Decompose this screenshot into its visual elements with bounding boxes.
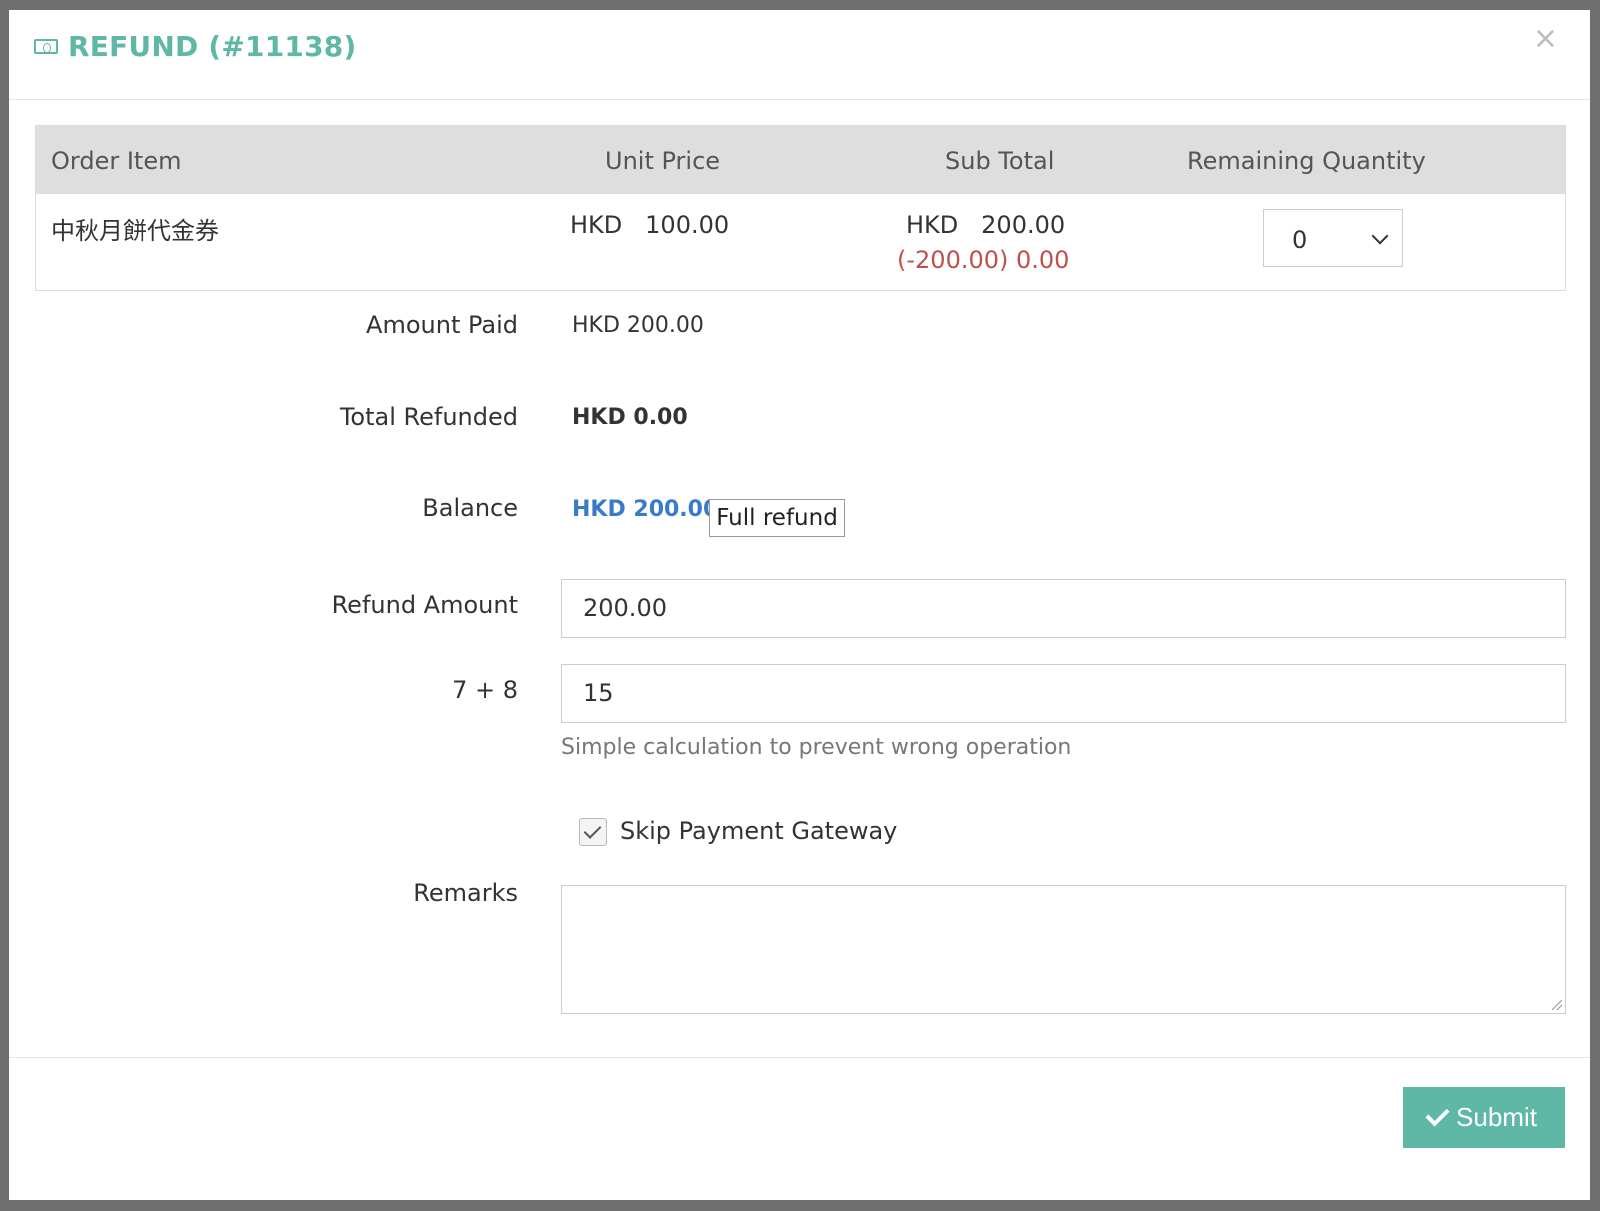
modal-header: REFUND (#11138) ×	[9, 10, 1590, 100]
total-refunded-value: HKD 0.00	[572, 405, 688, 430]
remarks-textarea[interactable]	[561, 885, 1566, 1014]
modal-title-text: REFUND (#11138)	[68, 30, 357, 63]
unit-price: HKD 100.00	[570, 211, 730, 239]
sub-total-adjusted: (-200.00) 0.00	[897, 246, 1070, 274]
total-refunded-label: Total Refunded	[339, 403, 518, 431]
header-unit-price: Unit Price	[605, 147, 721, 175]
modal-title: REFUND (#11138)	[34, 30, 356, 63]
balance-label: Balance	[422, 494, 518, 522]
order-items-table: Order Item Unit Price Sub Total Remainin…	[35, 125, 1566, 291]
amount-paid-value: HKD 200.00	[572, 313, 704, 338]
captcha-label: 7 + 8	[452, 676, 518, 704]
header-sub-total: Sub Total	[945, 147, 1055, 175]
refund-amount-input[interactable]: 200.00	[561, 579, 1566, 638]
resize-handle-icon[interactable]	[1552, 1000, 1562, 1010]
balance-value: HKD 200.00	[572, 497, 719, 522]
captcha-help-text: Simple calculation to prevent wrong oper…	[561, 735, 1072, 760]
header-order-item: Order Item	[51, 147, 182, 175]
remarks-label: Remarks	[413, 879, 518, 907]
money-icon	[34, 39, 58, 54]
sub-total: HKD 200.00	[906, 211, 1066, 239]
remaining-quantity-value: 0	[1292, 226, 1308, 254]
footer-divider	[9, 1057, 1590, 1058]
close-icon[interactable]: ×	[1533, 24, 1558, 54]
skip-gateway-label[interactable]: Skip Payment Gateway	[620, 817, 897, 845]
chevron-down-icon	[1371, 227, 1389, 245]
full-refund-button[interactable]: Full refund	[709, 499, 845, 537]
captcha-input[interactable]: 15	[561, 664, 1566, 723]
check-icon	[1425, 1102, 1450, 1127]
remaining-quantity-select[interactable]: 0	[1263, 209, 1403, 267]
order-item-name: 中秋月餅代金券	[51, 217, 219, 245]
submit-label: Submit	[1456, 1102, 1537, 1132]
skip-gateway-checkbox[interactable]	[579, 818, 607, 846]
refund-amount-label: Refund Amount	[331, 591, 518, 619]
amount-paid-label: Amount Paid	[366, 311, 518, 339]
table-header: Order Item Unit Price Sub Total Remainin…	[36, 126, 1565, 194]
submit-button[interactable]: Submit	[1403, 1087, 1565, 1148]
header-remaining-quantity: Remaining Quantity	[1187, 147, 1426, 175]
refund-modal: REFUND (#11138) × Order Item Unit Price …	[9, 10, 1590, 1200]
